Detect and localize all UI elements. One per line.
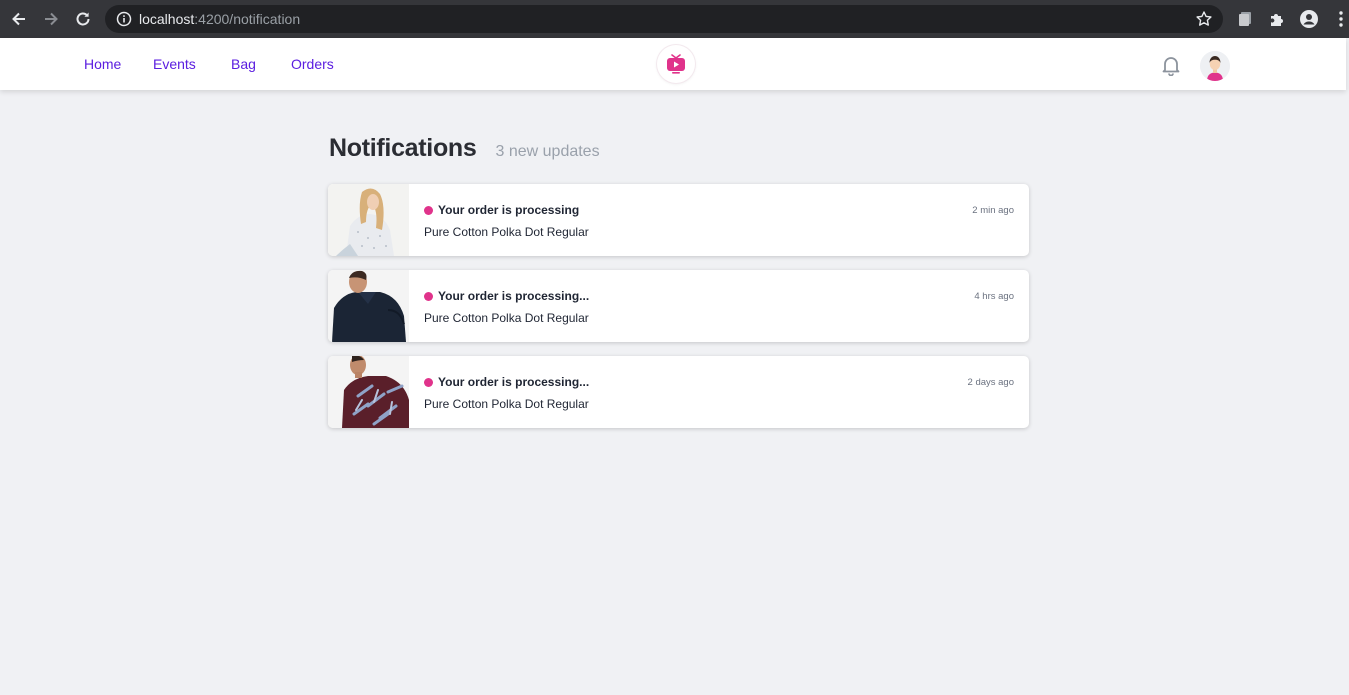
product-thumbnail bbox=[328, 270, 409, 342]
notification-item[interactable]: Your order is processing... Pure Cotton … bbox=[328, 270, 1029, 342]
app-navbar: Home Events Bag Orders bbox=[0, 38, 1346, 90]
extension-sheets-icon[interactable] bbox=[1235, 9, 1255, 29]
notification-title: Your order is processing... bbox=[438, 289, 590, 303]
bookmark-star-icon[interactable] bbox=[1195, 10, 1213, 28]
menu-dots-icon[interactable] bbox=[1331, 9, 1349, 29]
address-bar[interactable]: localhost:4200/notification bbox=[105, 5, 1223, 33]
notification-description: Pure Cotton Polka Dot Regular bbox=[424, 311, 589, 325]
notification-time: 4 hrs ago bbox=[974, 291, 1014, 302]
info-icon[interactable] bbox=[116, 11, 132, 27]
bell-icon[interactable] bbox=[1160, 54, 1182, 77]
notification-list: Your order is processing Pure Cotton Pol… bbox=[328, 184, 1029, 442]
product-thumbnail bbox=[328, 184, 409, 256]
url-host: localhost bbox=[139, 11, 195, 27]
reload-icon[interactable] bbox=[73, 9, 93, 29]
nav-link-home[interactable]: Home bbox=[84, 56, 121, 72]
notification-description: Pure Cotton Polka Dot Regular bbox=[424, 397, 589, 411]
nav-link-bag[interactable]: Bag bbox=[231, 56, 256, 72]
url-text: localhost:4200/notification bbox=[139, 11, 300, 27]
unread-dot bbox=[424, 292, 433, 301]
nav-link-events[interactable]: Events bbox=[153, 56, 196, 72]
notification-time: 2 min ago bbox=[972, 205, 1014, 216]
product-thumbnail bbox=[328, 356, 409, 428]
notification-title: Your order is processing... bbox=[438, 375, 590, 389]
tv-play-logo-icon[interactable] bbox=[657, 45, 695, 83]
page-title: Notifications bbox=[329, 134, 477, 162]
page-heading: Notifications 3 new updates bbox=[329, 134, 600, 163]
unread-dot bbox=[424, 378, 433, 387]
unread-dot bbox=[424, 206, 433, 215]
forward-arrow-icon[interactable] bbox=[41, 9, 61, 29]
notification-item[interactable]: Your order is processing... Pure Cotton … bbox=[328, 356, 1029, 428]
notification-time: 2 days ago bbox=[967, 377, 1014, 388]
new-updates-count: 3 new updates bbox=[495, 143, 600, 160]
notification-item[interactable]: Your order is processing Pure Cotton Pol… bbox=[328, 184, 1029, 256]
url-path: :4200/notification bbox=[194, 11, 301, 27]
notification-description: Pure Cotton Polka Dot Regular bbox=[424, 225, 589, 239]
nav-link-orders[interactable]: Orders bbox=[291, 56, 334, 72]
extensions-puzzle-icon[interactable] bbox=[1267, 9, 1287, 29]
user-avatar[interactable] bbox=[1200, 51, 1230, 81]
notification-title: Your order is processing bbox=[438, 203, 580, 217]
profile-icon[interactable] bbox=[1299, 9, 1319, 29]
browser-toolbar: localhost:4200/notification bbox=[0, 0, 1349, 38]
back-arrow-icon[interactable] bbox=[9, 9, 29, 29]
